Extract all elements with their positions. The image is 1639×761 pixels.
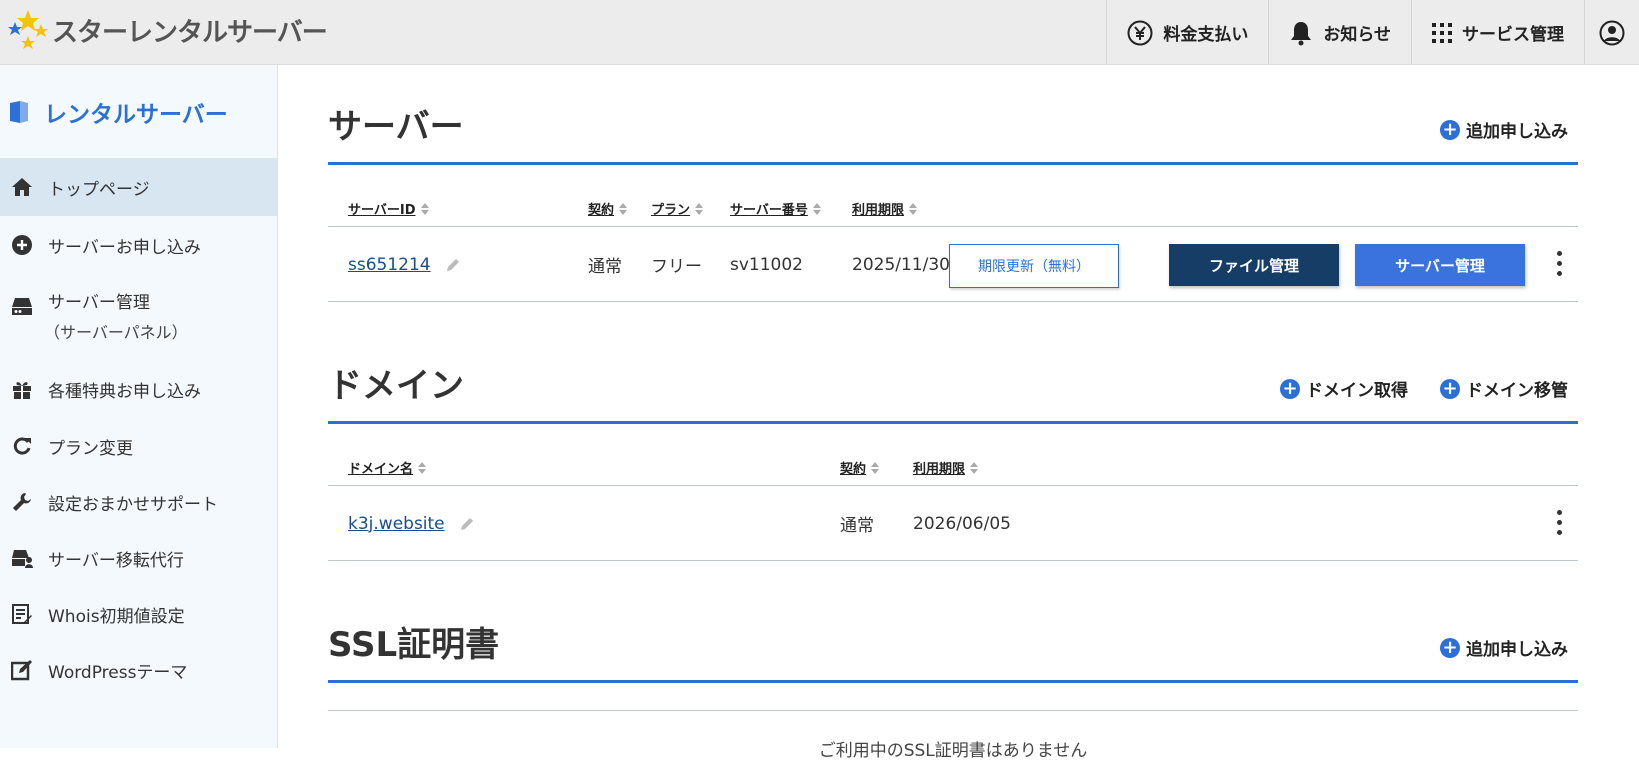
- notice-label: お知らせ: [1323, 25, 1391, 45]
- sort-icon: [969, 461, 979, 474]
- sort-icon: [618, 202, 628, 215]
- server-expiry: 2025/11/30: [852, 254, 950, 275]
- services-nav[interactable]: サービス管理: [1411, 0, 1584, 65]
- ssl-section-title: SSL証明書: [328, 625, 500, 665]
- domain-get-link[interactable]: + ドメイン取得: [1280, 376, 1408, 401]
- domain-contract: 通常: [840, 516, 874, 536]
- ssl-add-link[interactable]: + 追加申し込み: [1440, 635, 1568, 660]
- billing-label: 料金支払い: [1163, 25, 1249, 45]
- server-manager-button[interactable]: サーバー管理: [1355, 244, 1525, 286]
- home-icon: [10, 175, 34, 199]
- sidebar-item-server-manage[interactable]: サーバー管理 （サーバーパネル）: [0, 274, 277, 360]
- pencil-icon[interactable]: [459, 516, 475, 532]
- edit-square-icon: [10, 658, 34, 682]
- wrench-icon: [10, 490, 34, 514]
- file-manager-button[interactable]: ファイル管理: [1169, 244, 1339, 286]
- grid-icon: [1432, 22, 1452, 43]
- server-add-link[interactable]: + 追加申し込み: [1440, 117, 1568, 142]
- server-table-header: サーバーID 契約 プラン サーバー番号 利用期限: [328, 165, 1578, 227]
- top-bar: スターレンタルサーバー 料金支払い お知らせ サービス管理: [0, 0, 1639, 65]
- sort-icon: [908, 202, 918, 215]
- ssl-divider: [328, 710, 1578, 711]
- renew-button[interactable]: 期限更新（無料）: [949, 244, 1119, 288]
- domain-table-header: ドメイン名 契約 利用期限: [328, 424, 1578, 486]
- server-contract: 通常: [588, 257, 622, 277]
- domain-name-link[interactable]: k3j.website: [348, 514, 445, 534]
- server-user-icon: [10, 546, 34, 570]
- col-domain-expiry[interactable]: 利用期限: [913, 458, 979, 477]
- col-domain-name[interactable]: ドメイン名: [348, 458, 427, 477]
- sort-icon: [694, 202, 704, 215]
- col-server-number[interactable]: サーバー番号: [730, 199, 822, 218]
- more-options-icon[interactable]: [1554, 510, 1564, 538]
- gift-icon: [10, 377, 34, 401]
- plus-circle-icon: +: [1440, 378, 1460, 399]
- server-id-link[interactable]: ss651214: [348, 255, 431, 275]
- col-plan[interactable]: プラン: [651, 199, 704, 218]
- logo[interactable]: スターレンタルサーバー: [6, 8, 328, 53]
- table-row: k3j.website 通常 2026/06/05: [328, 486, 1578, 561]
- plus-circle-icon: +: [1440, 637, 1460, 658]
- domain-section-header: ドメイン + ドメイン取得 + ドメイン移管: [328, 324, 1578, 424]
- top-nav: 料金支払い お知らせ サービス管理: [1106, 0, 1639, 65]
- sidebar: レンタルサーバー トップページ サーバーお申し込み サーバー管理 （サーバーパネ…: [0, 65, 278, 748]
- refresh-icon: [10, 434, 34, 458]
- server-number: sv11002: [730, 254, 803, 275]
- col-server-id[interactable]: サーバーID: [348, 199, 430, 218]
- col-expiry[interactable]: 利用期限: [852, 199, 918, 218]
- sidebar-item-plan-change[interactable]: プラン変更: [0, 418, 277, 474]
- domain-transfer-link[interactable]: + ドメイン移管: [1440, 376, 1568, 401]
- ssl-section-header: SSL証明書 + 追加申し込み: [328, 583, 1578, 683]
- yen-icon: [1127, 20, 1153, 45]
- services-label: サービス管理: [1462, 25, 1564, 45]
- table-row: ss651214 通常 フリー sv11002 2025/11/30 期限更新（…: [328, 227, 1578, 302]
- sidebar-item-wp-theme[interactable]: WordPressテーマ: [0, 642, 277, 698]
- sidebar-item-server-apply[interactable]: サーバーお申し込み: [0, 216, 277, 274]
- sort-icon: [417, 461, 427, 474]
- logo-stars-icon: [6, 8, 50, 53]
- more-options-icon[interactable]: [1554, 251, 1564, 279]
- plus-circle-icon: [10, 233, 34, 257]
- server-section-header: サーバー + 追加申し込み: [328, 65, 1578, 165]
- domain-expiry: 2026/06/05: [913, 513, 1011, 534]
- sidebar-item-top[interactable]: トップページ: [0, 158, 277, 216]
- domain-section-title: ドメイン: [328, 366, 464, 406]
- user-icon: [1599, 20, 1625, 45]
- ssl-empty-message: ご利用中のSSL証明書はありません: [818, 741, 1088, 761]
- billing-nav[interactable]: 料金支払い: [1106, 0, 1268, 65]
- col-contract[interactable]: 契約: [588, 199, 628, 218]
- pencil-icon[interactable]: [445, 257, 461, 273]
- sort-icon: [420, 202, 430, 215]
- plus-circle-icon: +: [1440, 119, 1460, 140]
- plus-circle-icon: +: [1280, 378, 1300, 399]
- sort-icon: [870, 461, 880, 474]
- sort-icon: [812, 202, 822, 215]
- document-edit-icon: [10, 602, 34, 626]
- server-section-title: サーバー: [328, 107, 464, 147]
- server-book-icon: [10, 100, 28, 123]
- logo-text: スターレンタルサーバー: [52, 18, 328, 48]
- col-domain-contract[interactable]: 契約: [840, 458, 880, 477]
- sidebar-item-whois[interactable]: Whois初期値設定: [0, 586, 277, 642]
- notice-nav[interactable]: お知らせ: [1268, 0, 1411, 65]
- sidebar-title[interactable]: レンタルサーバー: [0, 65, 277, 158]
- bell-icon: [1291, 21, 1312, 45]
- user-menu[interactable]: [1584, 0, 1639, 65]
- server-plan: フリー: [651, 257, 702, 277]
- sidebar-item-benefits[interactable]: 各種特典お申し込み: [0, 360, 277, 418]
- server-icon: [10, 294, 34, 318]
- sidebar-item-support[interactable]: 設定おまかせサポート: [0, 474, 277, 530]
- sidebar-item-migration[interactable]: サーバー移転代行: [0, 530, 277, 586]
